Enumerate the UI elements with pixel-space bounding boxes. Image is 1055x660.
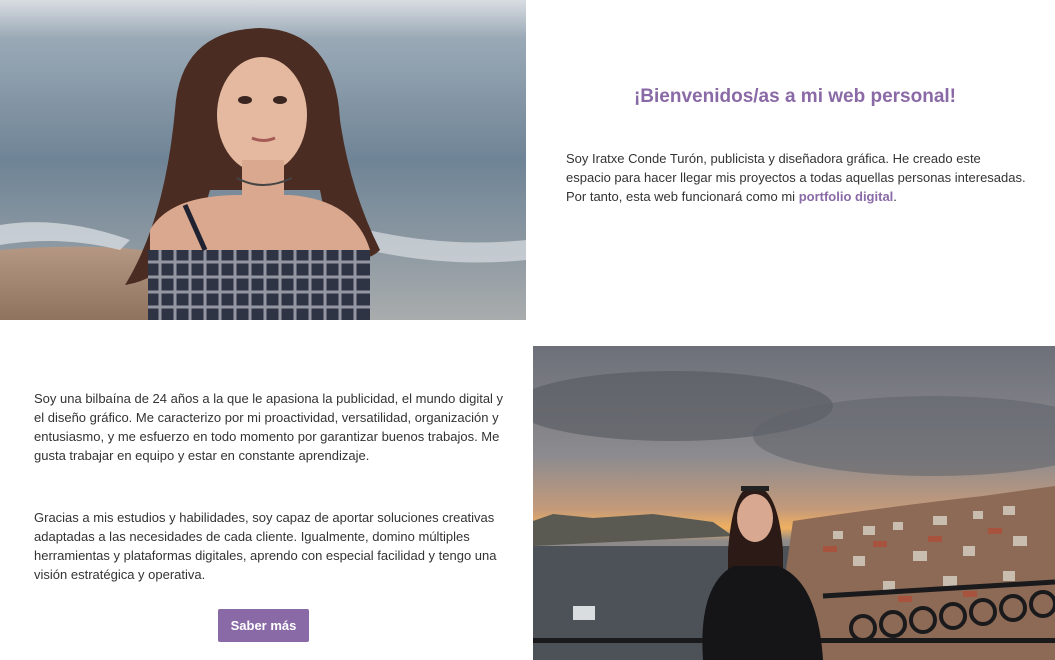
about-paragraph-1: Soy una bilbaína de 24 años a la que le …: [34, 391, 504, 463]
saber-mas-button[interactable]: Saber más: [218, 609, 309, 642]
about-paragraph-2: Gracias a mis estudios y habilidades, so…: [34, 510, 497, 582]
portrait-beach-photo: [0, 0, 526, 320]
intro-paragraph: Soy Iratxe Conde Turón, publicista y dis…: [566, 149, 1026, 206]
welcome-title: ¡Bienvenidos/as a mi web personal!: [633, 86, 957, 107]
portfolio-highlight: portfolio digital: [798, 189, 894, 204]
portrait-city-sunset-photo: [533, 346, 1055, 660]
intro-end: .: [893, 189, 897, 204]
intro-text: Soy Iratxe Conde Turón, publicista y dis…: [566, 151, 1026, 204]
